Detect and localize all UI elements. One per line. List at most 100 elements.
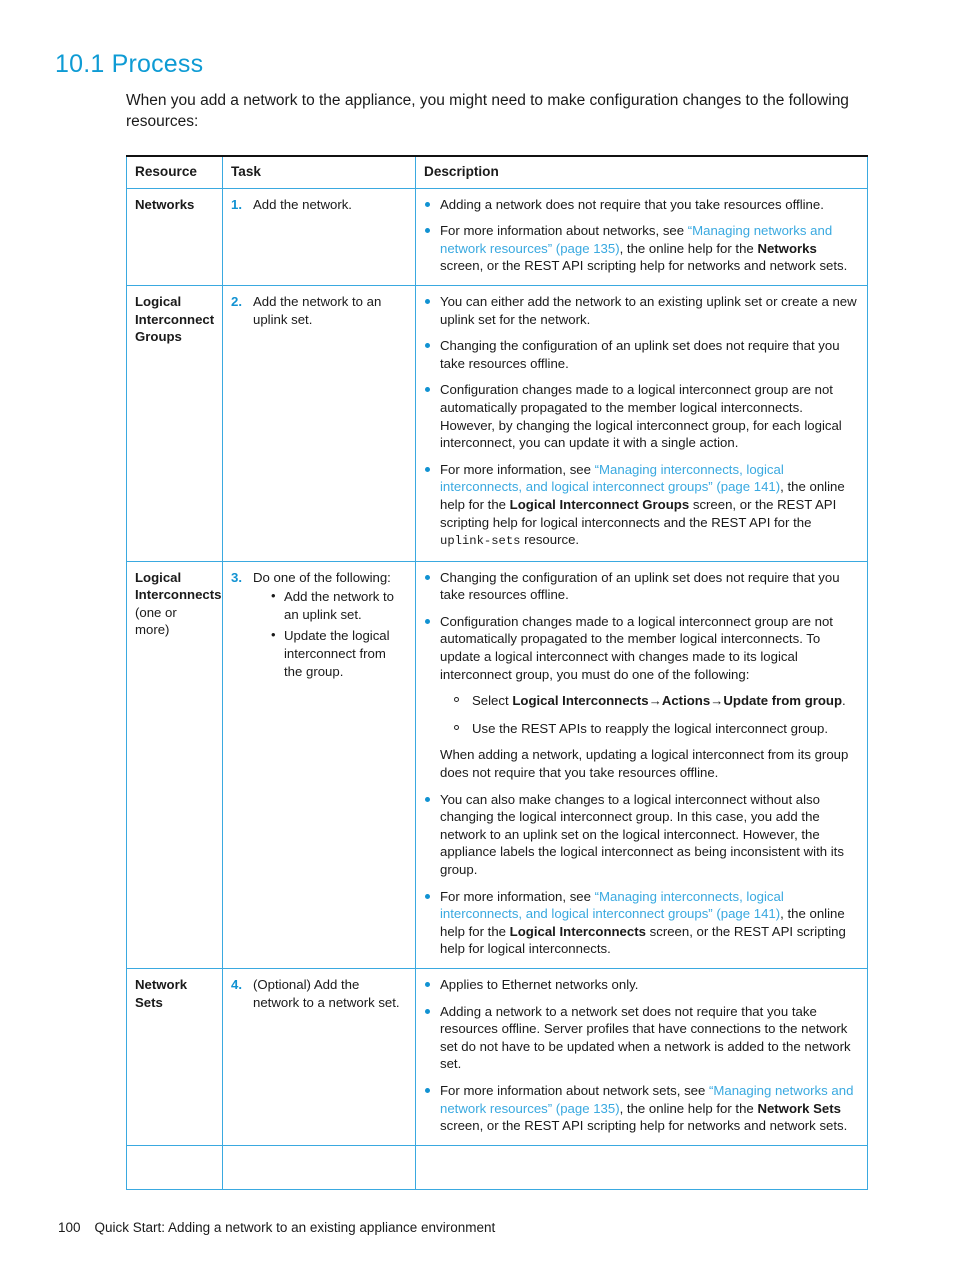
body-text: You can also make changes to a logical i… xyxy=(440,791,844,877)
bullet-icon xyxy=(425,574,430,580)
bullet-icon xyxy=(425,466,430,472)
step-item: 4. (Optional) Add the network to a networ… xyxy=(231,976,407,1011)
cell-task: 2. Add the network to an uplink set. xyxy=(222,285,416,562)
body-text: Changing the configuration of an uplink … xyxy=(440,569,840,603)
resource-name: Logical Interconnect Groups xyxy=(135,293,215,345)
sub-description-item: Select Logical Interconnects→Actions→Upd… xyxy=(454,692,859,710)
footer-page-number: 100 xyxy=(58,1220,81,1235)
description-item: For more information about network sets,… xyxy=(424,1082,859,1135)
step-list: 3. Do one of the following: Add the networ… xyxy=(231,569,407,681)
body-text: , the online help for the xyxy=(619,240,758,256)
description-item: Changing the configuration of an uplink … xyxy=(424,569,859,604)
step-text: Add the network to an uplink set. xyxy=(253,293,382,327)
table-header: Resource Task Description xyxy=(126,156,868,189)
resource-name: Logical Interconnects xyxy=(135,569,222,603)
cell-description: Changing the configuration of an uplink … xyxy=(415,561,868,969)
bullet-icon xyxy=(425,201,430,207)
page-footer: 100 Quick Start: Adding a network to an e… xyxy=(58,1220,495,1235)
bullet-icon xyxy=(425,298,430,304)
emphasis-text: Networks xyxy=(757,240,817,256)
bullet-icon xyxy=(425,1087,430,1093)
description-item: Adding a network does not require that y… xyxy=(424,196,859,214)
body-text: Configuration changes made to a logical … xyxy=(440,382,842,451)
body-text: For more information about network sets,… xyxy=(440,1082,709,1098)
table-header-row: Resource Task Description xyxy=(126,156,868,189)
description-item: Adding a network to a network set does n… xyxy=(424,1003,859,1073)
cell-resource: Logical Interconnects (one or more) xyxy=(126,561,223,969)
body-text: For more information about networks, see xyxy=(440,223,688,239)
description-list: Changing the configuration of an uplink … xyxy=(424,569,859,958)
hollow-bullet-icon xyxy=(454,724,459,730)
body-text: screen, or the REST API scripting help f… xyxy=(440,258,848,274)
step-text: Do one of the following: xyxy=(253,569,391,585)
cell-description: Applies to Ethernet networks only. Adding… xyxy=(415,968,868,1146)
resource-name: Network Sets xyxy=(135,976,188,1010)
body-text: Select xyxy=(472,693,513,709)
cell-description: Adding a network does not require that y… xyxy=(415,188,868,286)
column-header-task: Task xyxy=(222,156,416,189)
cell-resource: Networks xyxy=(126,188,223,286)
cell-task xyxy=(222,1145,416,1190)
cell-task: 4. (Optional) Add the network to a networ… xyxy=(222,968,416,1146)
description-list: You can either add the network to an exi… xyxy=(424,293,859,551)
description-paragraph: When adding a network, updating a logica… xyxy=(440,746,859,781)
body-text: resource. xyxy=(520,532,580,548)
description-list: Adding a network does not require that y… xyxy=(424,196,859,275)
bullet-icon xyxy=(425,228,430,234)
bullet-icon xyxy=(425,618,430,624)
intro-paragraph: When you add a network to the appliance,… xyxy=(126,92,849,130)
emphasis-text: Logical Interconnects xyxy=(509,923,646,939)
emphasis-text: Logical Interconnect Groups xyxy=(509,496,690,512)
code-text: uplink-sets xyxy=(440,534,521,549)
step-text: Add the network. xyxy=(253,196,352,212)
step-number: 3. xyxy=(231,569,242,585)
description-item: For more information about networks, see… xyxy=(424,222,859,275)
body-text: Configuration changes made to a logical … xyxy=(440,613,833,682)
step-item: 1. Add the network. xyxy=(231,196,407,214)
bullet-icon xyxy=(425,796,430,802)
description-item: Changing the configuration of an uplink … xyxy=(424,337,859,372)
body-text: Adding a network to a network set does n… xyxy=(440,1003,851,1072)
table-row: Networks 1. Add the network. Adding a netwo… xyxy=(126,188,868,286)
body-text: , the online help for the xyxy=(619,1100,758,1116)
bullet-icon xyxy=(425,893,430,899)
emphasis-text: Network Sets xyxy=(757,1100,841,1116)
body-text: Adding a network does not require that y… xyxy=(440,196,824,212)
cell-description: You can either add the network to an exi… xyxy=(415,285,868,562)
bullet-icon xyxy=(425,387,430,393)
step-list: 1. Add the network. xyxy=(231,196,407,214)
step-item: 3. Do one of the following: Add the networ… xyxy=(231,569,407,681)
process-table: Resource Task Description Networks 1. Add … xyxy=(126,155,868,1190)
page-title: 10.1 Process xyxy=(55,50,204,78)
body-text: You can either add the network to an exi… xyxy=(440,293,857,327)
resource-name: Networks xyxy=(135,196,195,212)
cell-resource: Logical Interconnect Groups xyxy=(126,285,223,562)
step-text: (Optional) Add the network to a network … xyxy=(253,976,400,1010)
emphasis-text: Logical Interconnects→Actions→Update fro… xyxy=(512,693,843,709)
document-page: 10.1 Process When you add a network to t… xyxy=(0,0,954,1271)
sub-description-list: Select Logical Interconnects→Actions→Upd… xyxy=(440,692,859,737)
step-number: 4. xyxy=(231,976,242,992)
substep-item: Update the logical interconnect from the… xyxy=(271,626,407,680)
step-item: 2. Add the network to an uplink set. xyxy=(231,293,407,328)
cell-task: 1. Add the network. xyxy=(222,188,416,286)
bullet-icon xyxy=(425,343,430,349)
step-list: 2. Add the network to an uplink set. xyxy=(231,293,407,328)
table-row: Logical Interconnect Groups 2. Add the net… xyxy=(126,285,868,562)
body-text: screen, or the REST API scripting help f… xyxy=(440,1118,848,1134)
body-text: Changing the configuration of an uplink … xyxy=(440,338,840,371)
cell-resource: Network Sets xyxy=(126,968,223,1146)
step-list: 4. (Optional) Add the network to a networ… xyxy=(231,976,407,1011)
cell-resource xyxy=(126,1145,223,1190)
substep-item: Add the network to an uplink set. xyxy=(271,587,407,623)
body-text: Applies to Ethernet networks only. xyxy=(440,976,639,992)
step-number: 2. xyxy=(231,293,242,309)
description-item: For more information, see “Managing inte… xyxy=(424,888,859,958)
cell-task: 3. Do one of the following: Add the networ… xyxy=(222,561,416,969)
description-item: You can either add the network to an exi… xyxy=(424,293,859,328)
description-item: Applies to Ethernet networks only. xyxy=(424,976,859,994)
bullet-icon xyxy=(425,1008,430,1014)
body-text: For more information, see xyxy=(440,888,595,904)
cell-description xyxy=(415,1145,868,1190)
description-item: Configuration changes made to a logical … xyxy=(424,381,859,451)
